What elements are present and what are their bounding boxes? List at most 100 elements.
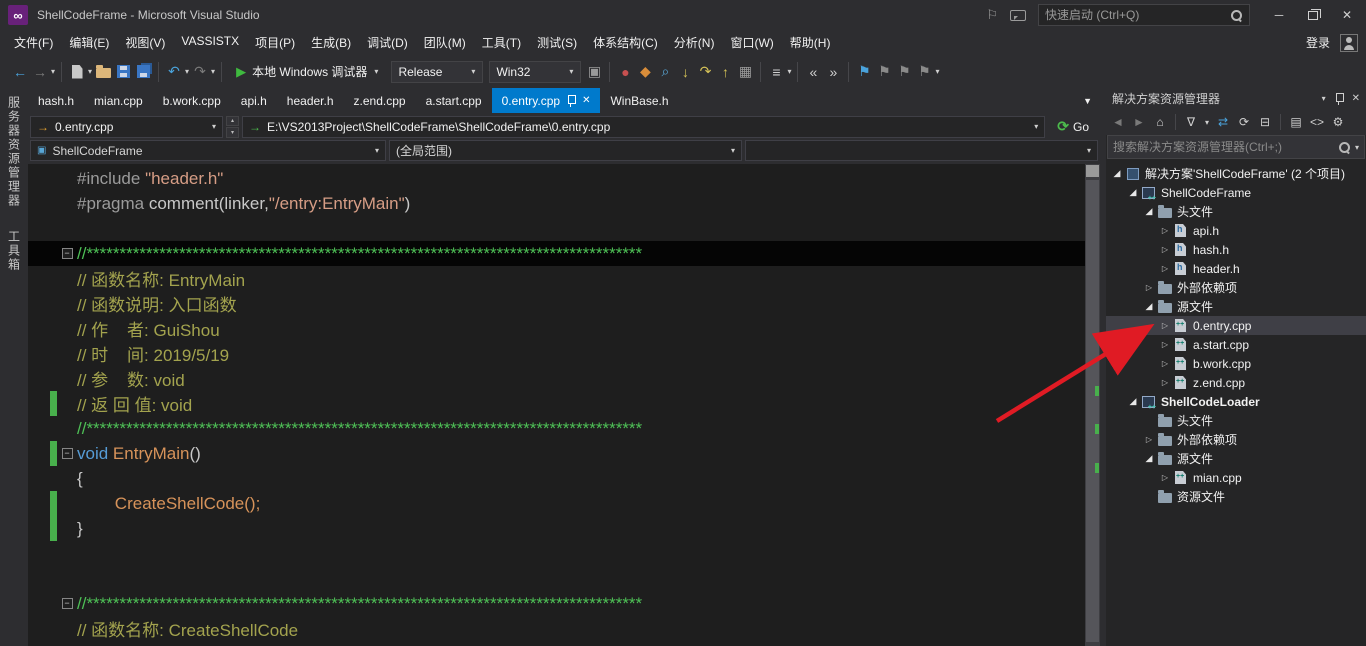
tree-item-14[interactable]: ▷ 外部依赖项 <box>1106 430 1366 449</box>
breakpoint-margin[interactable] <box>28 266 50 291</box>
configuration-dropdown[interactable]: Release ▾ <box>391 60 484 83</box>
step-over-icon[interactable]: ↷ <box>695 61 715 83</box>
memory-window-icon[interactable]: ▦ <box>735 61 755 83</box>
open-file-icon[interactable] <box>93 61 113 83</box>
tree-item-9[interactable]: ▷ a.start.cpp <box>1106 335 1366 354</box>
tree-item-4[interactable]: ▷ hash.h <box>1106 240 1366 259</box>
breakpoint-margin[interactable] <box>28 316 50 341</box>
expanded-arrow-icon[interactable]: ◢ <box>1142 206 1156 217</box>
expanded-arrow-icon[interactable]: ◢ <box>1142 301 1156 312</box>
collapsed-arrow-icon[interactable]: ▷ <box>1158 473 1172 482</box>
step-out-icon[interactable]: ↑ <box>715 61 735 83</box>
breakpoints-window-icon[interactable]: ● <box>615 61 635 83</box>
clear-bookmarks-icon[interactable]: ⚑ <box>914 61 934 83</box>
scope-filter-icon[interactable]: ∇ <box>1183 112 1199 132</box>
code-area[interactable]: #include "header.h" #pragma comment(linke… <box>28 164 1085 646</box>
collapsed-arrow-icon[interactable]: ▷ <box>1158 226 1172 235</box>
breakpoint-margin[interactable] <box>28 516 50 541</box>
va-go-button[interactable]: ⟳ Go <box>1048 116 1098 138</box>
properties-icon[interactable]: ▤ <box>1288 112 1304 132</box>
redo-dropdown-icon[interactable]: ▾ <box>210 67 216 76</box>
collapse-all-icon[interactable]: ⊟ <box>1257 112 1273 132</box>
tool-window-tab-0[interactable]: 服务器资源管理器 <box>6 96 23 208</box>
tab-header.h[interactable]: header.h <box>277 88 344 113</box>
menu-item-0[interactable]: 文件(F) <box>6 31 61 54</box>
tab-z.end.cpp[interactable]: z.end.cpp <box>344 88 416 113</box>
next-bookmark-icon[interactable]: ⚑ <box>894 61 914 83</box>
refresh-icon[interactable]: ⟳ <box>1236 112 1252 132</box>
menu-item-7[interactable]: 团队(M) <box>416 31 474 54</box>
save-all-icon[interactable] <box>133 61 153 83</box>
tree-item-12[interactable]: ◢ ShellCodeLoader <box>1106 392 1366 411</box>
menu-item-1[interactable]: 编辑(E) <box>61 31 117 54</box>
nav-forward-icon[interactable]: → <box>30 61 50 83</box>
code-line-12[interactable]: − void EntryMain() <box>28 441 1085 466</box>
code-line-6[interactable]: // 函数说明: 入口函数 <box>28 291 1085 316</box>
start-debug-button[interactable]: ▶ 本地 Windows 调试器 ▾ <box>229 61 386 83</box>
collapsed-arrow-icon[interactable]: ▷ <box>1142 435 1156 444</box>
code-line-8[interactable]: // 时 间: 2019/5/19 <box>28 341 1085 366</box>
feedback-icon[interactable] <box>1010 9 1026 21</box>
menu-item-9[interactable]: 测试(S) <box>529 31 585 54</box>
code-line-16[interactable] <box>28 541 1085 566</box>
tree-item-13[interactable]: 头文件 <box>1106 411 1366 430</box>
tree-item-15[interactable]: ◢ 源文件 <box>1106 449 1366 468</box>
new-file-icon[interactable] <box>67 61 87 83</box>
breakpoint-margin[interactable] <box>28 466 50 491</box>
code-line-20[interactable]: // 函数说明: 将ShellCode写到文件 <box>28 641 1085 646</box>
tab-0.entry.cpp[interactable]: 0.entry.cpp ✕ <box>491 88 601 113</box>
spinner-down-icon[interactable]: ▾ <box>226 127 239 138</box>
expanded-arrow-icon[interactable]: ◢ <box>1142 453 1156 464</box>
tab-api.h[interactable]: api.h <box>231 88 277 113</box>
file-dropdown[interactable]: → 0.entry.cpp ▾ <box>30 115 223 138</box>
navigate-list-icon[interactable]: ≡ <box>766 61 786 83</box>
collapsed-arrow-icon[interactable]: ▷ <box>1158 321 1172 330</box>
tab-a.start.cpp[interactable]: a.start.cpp <box>416 88 492 113</box>
diagnostic-tools-icon[interactable]: ◆ <box>635 61 655 83</box>
tree-item-7[interactable]: ◢ 源文件 <box>1106 297 1366 316</box>
tree-item-0[interactable]: ◢ 解决方案'ShellCodeFrame' (2 个项目) <box>1106 164 1366 183</box>
save-icon[interactable] <box>113 61 133 83</box>
breakpoint-margin[interactable] <box>28 291 50 316</box>
scope-dropdown[interactable]: (全局范围) ▾ <box>389 140 742 161</box>
member-dropdown[interactable]: ▾ <box>745 140 1098 161</box>
tab-WinBase.h[interactable]: WinBase.h <box>600 88 678 113</box>
collapsed-arrow-icon[interactable]: ▷ <box>1158 245 1172 254</box>
spinner-up-icon[interactable]: ▴ <box>226 115 239 126</box>
restore-button[interactable] <box>1296 2 1330 28</box>
tab-mian.cpp[interactable]: mian.cpp <box>84 88 153 113</box>
expanded-arrow-icon[interactable]: ◢ <box>1126 396 1140 407</box>
breakpoint-margin[interactable] <box>28 491 50 516</box>
redo-icon[interactable]: ↷ <box>190 61 210 83</box>
tree-item-3[interactable]: ▷ api.h <box>1106 221 1366 240</box>
code-line-3[interactable] <box>28 216 1085 241</box>
code-editor[interactable]: #include "header.h" #pragma comment(linke… <box>28 164 1100 646</box>
fold-collapse-icon[interactable]: − <box>61 598 73 609</box>
fold-collapse-icon[interactable]: − <box>61 448 73 459</box>
notifications-flag-icon[interactable]: ⚐ <box>986 7 998 23</box>
file-path-bar[interactable]: → E:\VS2013Project\ShellCodeFrame\ShellC… <box>242 115 1046 138</box>
code-line-17[interactable] <box>28 566 1085 591</box>
back-icon[interactable]: ◄ <box>1110 112 1126 132</box>
breakpoint-margin[interactable] <box>28 341 50 366</box>
expanded-arrow-icon[interactable]: ◢ <box>1126 187 1140 198</box>
platform-dropdown[interactable]: Win32 ▾ <box>489 60 582 83</box>
breakpoint-margin[interactable] <box>28 216 50 241</box>
home-icon[interactable]: ⌂ <box>1152 112 1168 132</box>
previous-bookmark-icon[interactable]: ⚑ <box>874 61 894 83</box>
code-line-7[interactable]: // 作 者: GuiShou <box>28 316 1085 341</box>
breakpoint-margin[interactable] <box>28 416 50 441</box>
menu-item-6[interactable]: 调试(D) <box>359 31 416 54</box>
code-line-11[interactable]: //**************************************… <box>28 416 1085 441</box>
indent-increase-icon[interactable]: » <box>823 61 843 83</box>
close-panel-icon[interactable]: ✕ <box>1352 93 1360 104</box>
menu-item-10[interactable]: 体系结构(C) <box>585 31 666 54</box>
pin-icon[interactable] <box>1334 92 1344 106</box>
tree-item-6[interactable]: ▷ 外部依赖项 <box>1106 278 1366 297</box>
breakpoint-margin[interactable] <box>28 366 50 391</box>
toggle-bookmark-icon[interactable]: ⚑ <box>854 61 874 83</box>
tree-item-10[interactable]: ▷ b.work.cpp <box>1106 354 1366 373</box>
scope-filter-icon-dropdown[interactable]: ▾ <box>1204 118 1210 127</box>
tree-item-8[interactable]: ▷ 0.entry.cpp <box>1106 316 1366 335</box>
forward-icon[interactable]: ► <box>1131 112 1147 132</box>
